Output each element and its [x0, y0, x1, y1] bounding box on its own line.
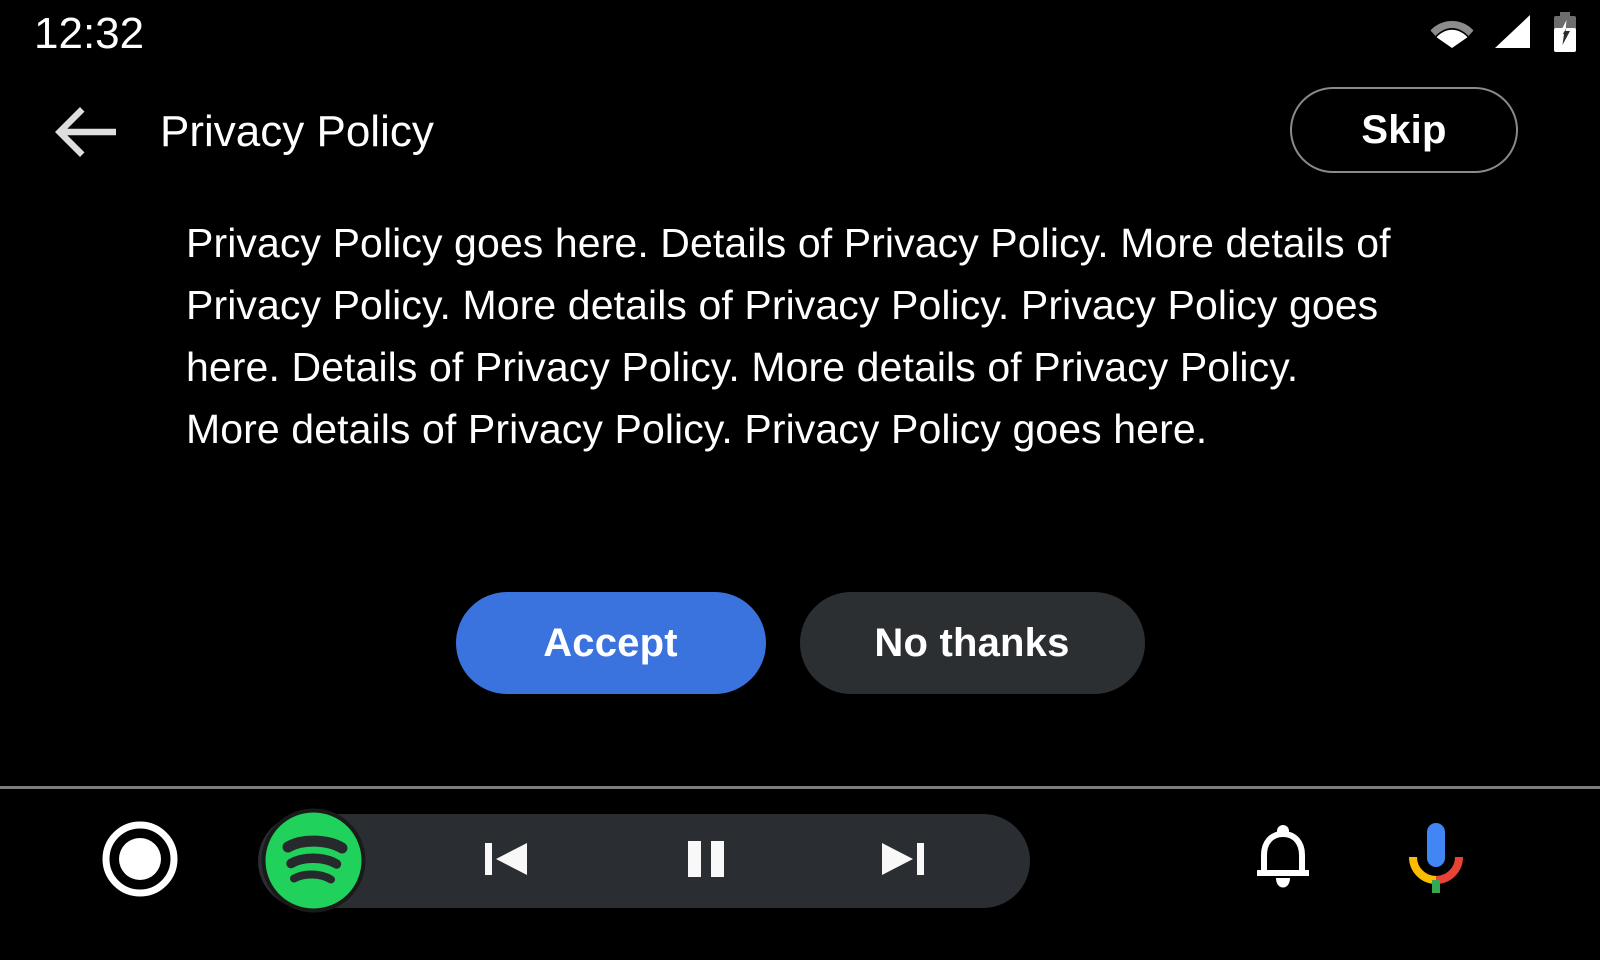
action-button-row: Accept No thanks	[0, 592, 1600, 694]
skip-previous-icon	[478, 831, 534, 892]
content-area: Privacy Policy goes here. Details of Pri…	[0, 190, 1600, 787]
bottom-nav-bar	[0, 789, 1600, 960]
spotify-icon[interactable]	[257, 804, 370, 917]
assistant-button[interactable]	[1396, 819, 1476, 903]
skip-next-icon	[875, 831, 931, 892]
status-bar: 12:32	[0, 0, 1600, 72]
play-pause-button[interactable]	[673, 828, 739, 894]
notifications-button[interactable]	[1245, 823, 1321, 899]
accept-button[interactable]: Accept	[455, 592, 766, 694]
page-title: Privacy Policy	[160, 107, 434, 156]
bell-icon	[1252, 824, 1314, 898]
pause-icon	[681, 831, 731, 892]
back-arrow-icon	[54, 102, 118, 163]
home-button[interactable]	[101, 821, 179, 902]
back-button[interactable]	[48, 94, 124, 170]
previous-track-button[interactable]	[473, 828, 539, 894]
app-bar: Privacy Policy Skip	[0, 72, 1600, 190]
privacy-policy-text: Privacy Policy goes here. Details of Pri…	[186, 220, 1391, 452]
home-circle-icon	[102, 821, 178, 902]
skip-button[interactable]: Skip	[1290, 87, 1518, 173]
cellular-signal-icon	[1492, 14, 1534, 55]
status-bar-clock: 12:32	[34, 9, 145, 58]
status-bar-icons	[1430, 11, 1578, 57]
next-track-button[interactable]	[870, 828, 936, 894]
wifi-icon	[1430, 15, 1474, 54]
google-assistant-mic-icon	[1400, 819, 1472, 904]
no-thanks-button[interactable]: No thanks	[799, 592, 1145, 694]
battery-charging-icon	[1552, 11, 1578, 57]
media-control-pill	[258, 808, 1030, 913]
